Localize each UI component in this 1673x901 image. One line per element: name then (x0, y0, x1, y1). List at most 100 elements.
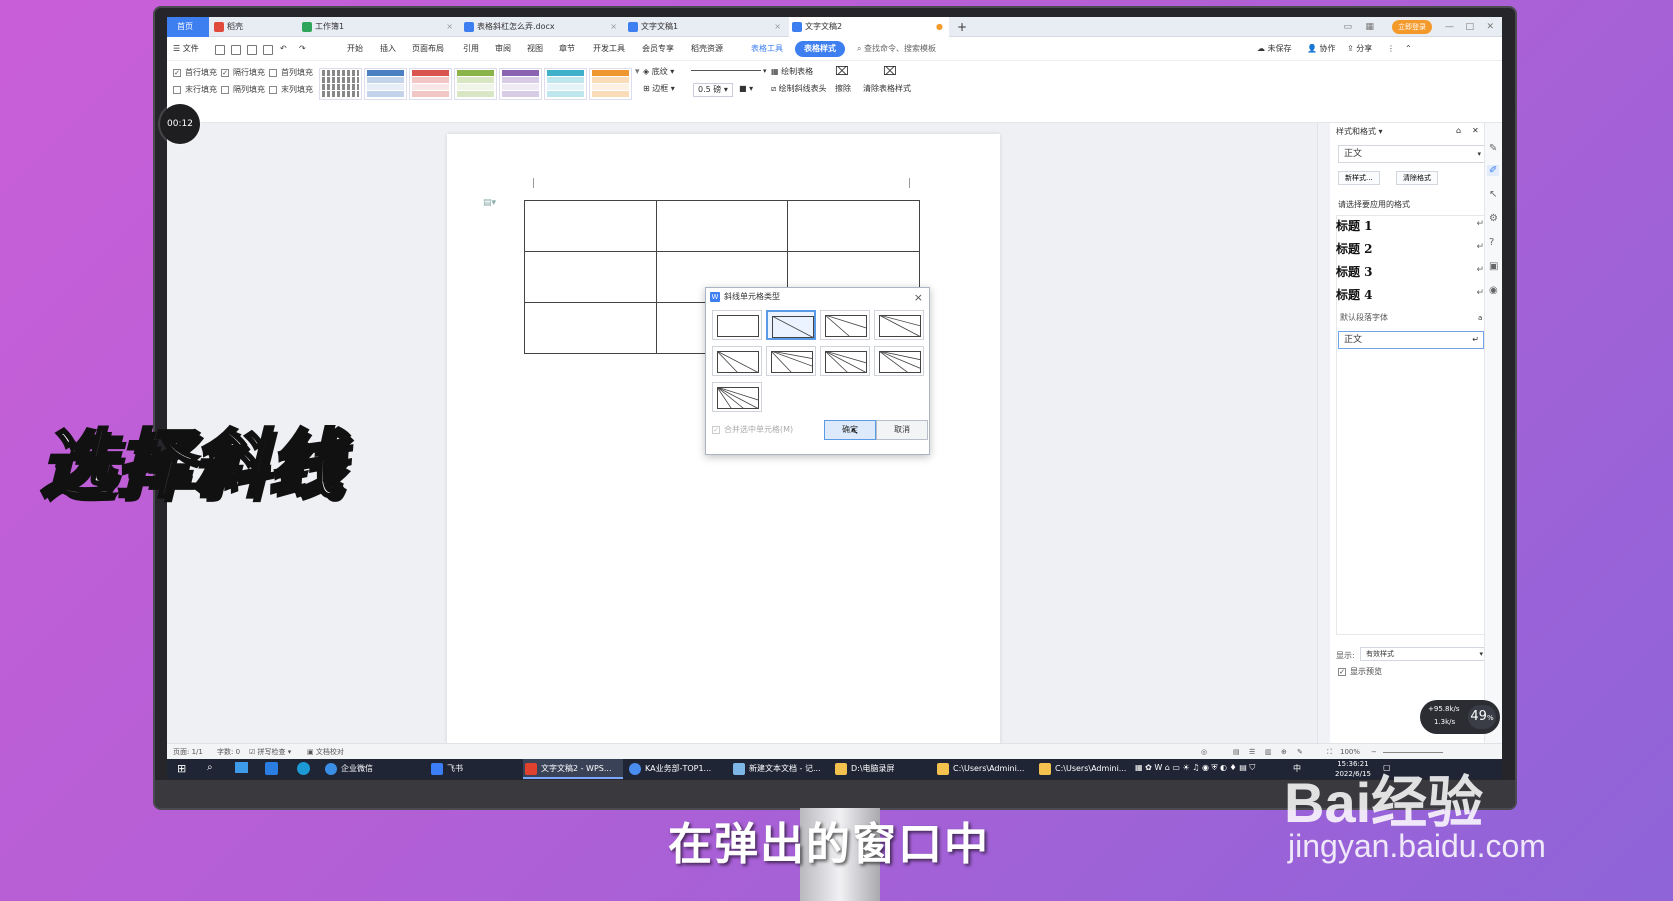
diagonal-option-two-from-tl-right[interactable] (874, 310, 924, 340)
table-cell[interactable] (524, 200, 657, 252)
table-cell[interactable] (524, 302, 657, 354)
style-heading-4[interactable]: 标题 4 (1336, 286, 1373, 304)
check-banded-rows[interactable]: ✓ 隔行填充 (221, 67, 265, 79)
table-cell[interactable] (655, 200, 789, 252)
check-banded-columns[interactable]: 隔列填充 (221, 84, 265, 96)
menu-table-style[interactable]: 表格样式 (795, 41, 845, 57)
minimize-icon[interactable]: — (1445, 17, 1454, 37)
style-brush-icon[interactable]: ✎ (1489, 143, 1497, 154)
open-icon[interactable] (231, 45, 241, 55)
proofread-button[interactable]: ▣ 文档校对 (307, 746, 344, 758)
ok-button[interactable]: 确定 (824, 420, 876, 440)
new-style-button[interactable]: 新样式... (1338, 171, 1380, 185)
merge-cells-checkbox[interactable]: ✓ 合并选中单元格(M) (712, 424, 793, 436)
zoom-level[interactable]: 100% (1340, 746, 1360, 758)
taskbar-folder-recordings[interactable]: D:\电脑录屏 (833, 759, 933, 779)
line-width-select[interactable]: 0.5 磅 ▾ (693, 83, 733, 97)
erase-button[interactable]: 擦除 (835, 83, 851, 95)
table-style-swatch[interactable] (454, 68, 497, 100)
format-icon[interactable]: ✐ (1487, 165, 1500, 176)
tab-sheet[interactable]: 工作簿1 × (299, 17, 459, 37)
check-last-column[interactable]: 末列填充 (269, 84, 313, 96)
spellcheck-button[interactable]: ☑ 拼写检查 ▾ (249, 746, 291, 758)
menu-table-tools[interactable]: 表格工具 (751, 41, 783, 57)
clear-format-button[interactable]: 清除格式 (1396, 171, 1438, 185)
outline-view-icon[interactable]: ☰ (1249, 746, 1255, 758)
fit-page-icon[interactable]: ⛶ (1327, 746, 1332, 758)
taskbar-ka[interactable]: KA业务部-TOP1... (627, 759, 727, 779)
command-search[interactable]: ⌕ 查找命令、搜索模板 (857, 41, 936, 57)
more-icon[interactable]: ⋮ (1387, 41, 1395, 57)
tab-home[interactable]: 首页 (167, 17, 209, 37)
check-first-row[interactable]: ✓ 首行填充 (173, 67, 217, 79)
login-button[interactable]: 立即登录 (1392, 20, 1432, 34)
line-color-button[interactable]: ■ ▾ (739, 83, 753, 95)
close-icon[interactable]: × (914, 289, 923, 307)
paragraph-icon[interactable]: ▤▾ (483, 198, 496, 208)
table-style-swatch[interactable] (589, 68, 632, 100)
draw-table-button[interactable]: ▦ 绘制表格 (771, 66, 813, 78)
menu-page-layout[interactable]: 页面布局 (412, 41, 444, 57)
table-style-swatch[interactable] (409, 68, 452, 100)
clear-style-button[interactable]: 清除表格样式 (863, 83, 911, 95)
collab-button[interactable]: 👤 协作 (1307, 41, 1336, 57)
location-icon[interactable]: ◉ (1489, 285, 1498, 296)
select-cursor-icon[interactable]: ↖ (1489, 189, 1497, 200)
taskbar-notepad[interactable]: 新建文本文档 - 记... (731, 759, 831, 779)
menu-insert[interactable]: 插入 (380, 41, 396, 57)
style-heading-1[interactable]: 标题 1 (1336, 217, 1373, 235)
show-preview-checkbox[interactable]: ✓ 显示预览 (1338, 666, 1382, 678)
table-style-swatch[interactable] (364, 68, 407, 100)
menu-review[interactable]: 审阅 (495, 41, 511, 57)
new-tab-button[interactable]: + (953, 17, 973, 37)
menu-view[interactable]: 视图 (527, 41, 543, 57)
taskbar-wecom[interactable]: 企业微信 (323, 759, 403, 779)
collapse-ribbon-icon[interactable]: ⌃ (1405, 41, 1412, 57)
search-icon[interactable]: ⌕ (207, 762, 213, 773)
settings-sliders-icon[interactable]: ⚙ (1489, 213, 1498, 224)
style-normal[interactable]: 正文 ↵ (1338, 331, 1484, 349)
menu-start[interactable]: 开始 (347, 41, 363, 57)
diagonal-option-three-from-tl-b[interactable] (874, 346, 924, 376)
diagonal-option-two-from-tl-br-steep[interactable] (712, 346, 762, 376)
close-icon[interactable]: ✕ (1472, 125, 1479, 137)
image-icon[interactable]: ▣ (1489, 261, 1498, 272)
taskbar-folder-users-1[interactable]: C:\Users\Admini... (935, 759, 1035, 779)
write-mode-icon[interactable]: ✎ (1297, 746, 1303, 758)
diagonal-option-three-from-tl-a[interactable] (820, 346, 870, 376)
style-heading-3[interactable]: 标题 3 (1336, 263, 1373, 281)
new-doc-icon[interactable] (215, 45, 225, 55)
eraser-icon[interactable]: ⌧ (835, 65, 849, 77)
check-first-column[interactable]: 首列填充 (269, 67, 313, 79)
pin-icon[interactable]: ⌂ (1456, 125, 1461, 137)
zoom-slider[interactable] (1383, 752, 1443, 753)
menu-developer[interactable]: 开发工具 (593, 41, 625, 57)
tab-doc2[interactable]: 文字文稿2 ● (789, 17, 949, 37)
tab-docer[interactable]: 稻壳 (211, 17, 297, 37)
diagonal-option-none[interactable] (712, 310, 762, 340)
diagonal-option-three-from-tl-c[interactable] (712, 382, 762, 412)
style-default-font[interactable]: 默认段落字体 (1340, 312, 1388, 324)
reading-view-icon[interactable]: ▥ (1265, 746, 1272, 758)
tab-doc-slash[interactable]: 表格斜杠怎么弄.docx × (461, 17, 623, 37)
check-last-row[interactable]: 末行填充 (173, 84, 217, 96)
tray-icons[interactable]: ▦ ✿ W ⌂ ▭ ☀ ♫ ◉ ⛨ ◐ ♦ ▤ ⛉ (1135, 763, 1255, 773)
border-button[interactable]: ⊞ 边框 ▾ (643, 83, 675, 95)
share-button[interactable]: ⇪ 分享 (1347, 41, 1372, 57)
table-cell[interactable] (787, 200, 920, 252)
table-style-swatch[interactable] (544, 68, 587, 100)
show-filter-select[interactable]: 有效样式 ▾ (1360, 647, 1488, 661)
redo-icon[interactable]: ↷ (299, 41, 306, 57)
tab-doc1[interactable]: 文字文稿1 × (625, 17, 787, 37)
diagonal-option-two-from-tl-bottom[interactable] (820, 310, 870, 340)
clear-style-icon[interactable]: ⌧ (883, 65, 897, 77)
menu-section[interactable]: 章节 (559, 41, 575, 57)
maximize-icon[interactable]: □ (1465, 17, 1474, 37)
windows-start-icon[interactable]: ⊞ (177, 762, 186, 775)
edge-browser-icon[interactable] (297, 762, 310, 775)
layout-icon[interactable]: ▭ (1343, 17, 1352, 37)
desktop-icon[interactable] (235, 762, 248, 773)
gallery-more-icon[interactable]: ▾ (635, 66, 640, 78)
close-icon[interactable]: × (610, 17, 617, 37)
taskbar-folder-users-2[interactable]: C:\Users\Admini... (1037, 759, 1137, 779)
